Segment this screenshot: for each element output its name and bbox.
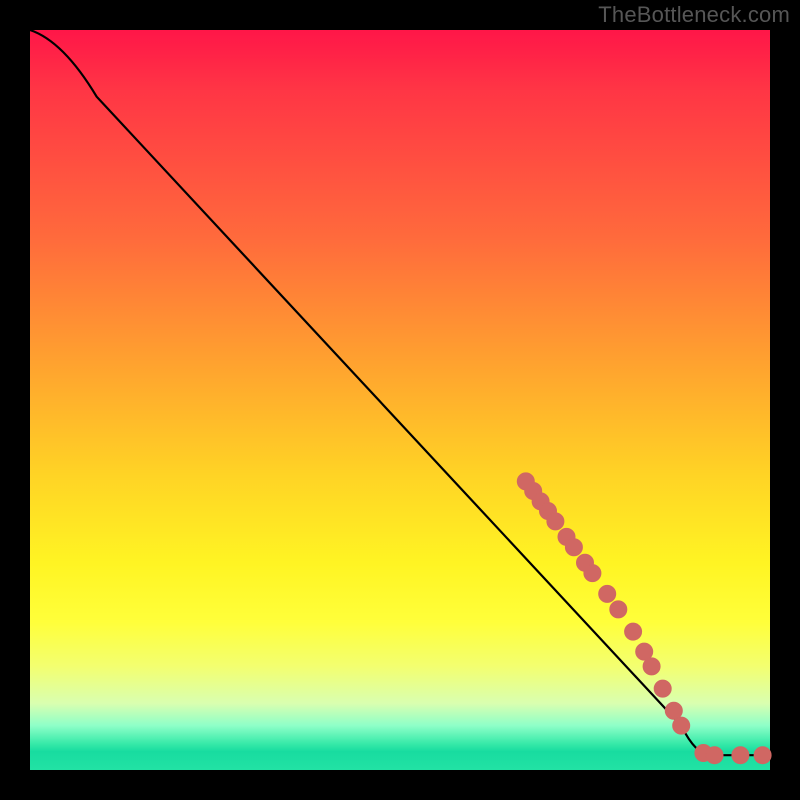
data-point (706, 747, 723, 764)
data-point (643, 658, 660, 675)
data-point (610, 601, 627, 618)
highlighted-points-group (517, 473, 771, 764)
plot-area (30, 30, 770, 770)
bottleneck-curve (30, 30, 770, 755)
data-point (584, 565, 601, 582)
chart-svg (30, 30, 770, 770)
data-point (565, 539, 582, 556)
data-point (673, 717, 690, 734)
chart-frame: TheBottleneck.com (0, 0, 800, 800)
data-point (754, 747, 771, 764)
data-point (732, 747, 749, 764)
data-point (625, 623, 642, 640)
data-point (654, 680, 671, 697)
data-point (599, 585, 616, 602)
data-point (547, 513, 564, 530)
attribution-text: TheBottleneck.com (598, 2, 790, 28)
